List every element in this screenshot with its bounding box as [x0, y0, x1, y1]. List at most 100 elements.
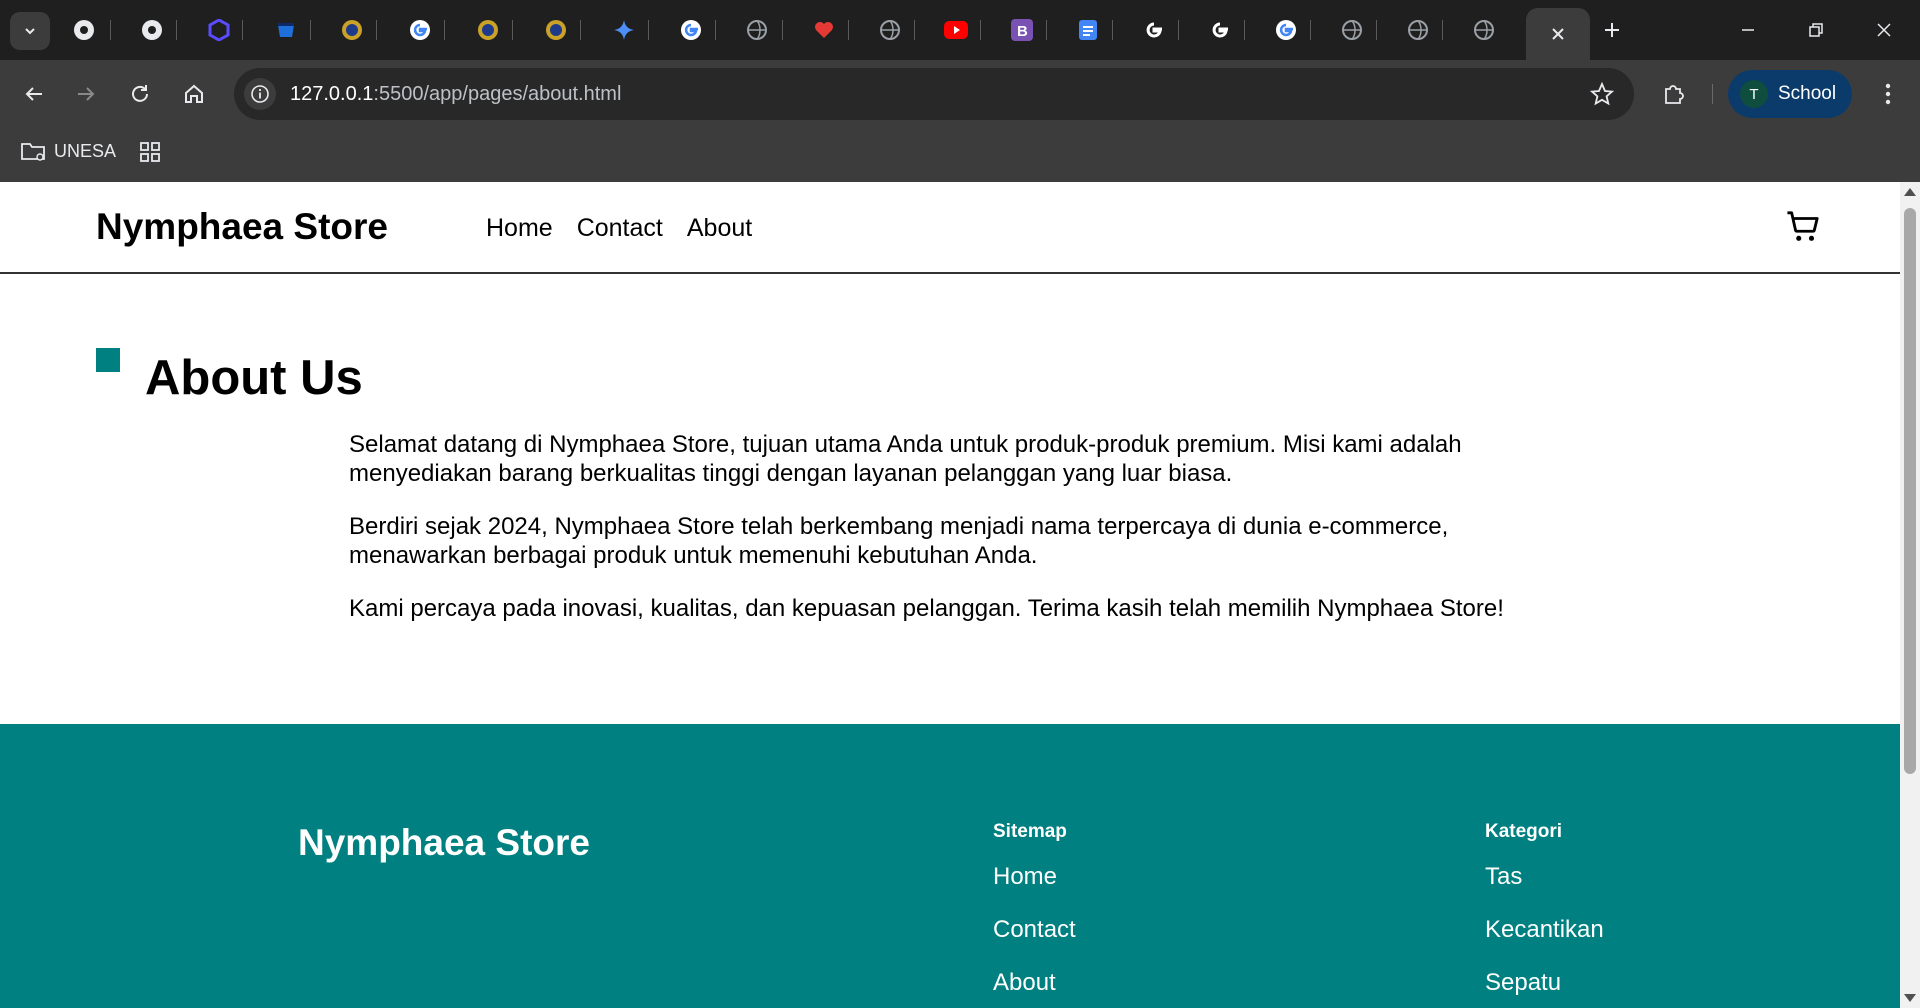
tab-globe-3[interactable] — [1338, 16, 1366, 44]
svg-text:B: B — [1017, 23, 1028, 40]
tab-youtube[interactable] — [942, 16, 970, 44]
tab-globe-5[interactable] — [1470, 16, 1498, 44]
footer-link-sepatu[interactable]: Sepatu — [1485, 969, 1604, 997]
unesa-logo-icon — [478, 20, 498, 40]
new-tab-button[interactable] — [1592, 14, 1632, 46]
tab-globe-2[interactable] — [876, 16, 904, 44]
footer-link-home[interactable]: Home — [993, 863, 1076, 891]
globe-icon — [1408, 20, 1428, 40]
restore-icon — [1809, 23, 1823, 37]
tab-g-mono-1[interactable] — [1140, 16, 1168, 44]
scrollbar-thumb[interactable] — [1904, 208, 1916, 774]
puzzle-icon — [1665, 85, 1684, 104]
tab-docs[interactable] — [1074, 16, 1102, 44]
tab-separator — [1376, 20, 1377, 40]
chrome-icon — [142, 20, 162, 40]
tab-hexagon[interactable] — [205, 16, 233, 44]
bootstrap-icon: B — [1011, 19, 1033, 41]
youtube-icon — [944, 21, 968, 39]
close-icon[interactable] — [1550, 26, 1566, 42]
apps-grid-icon — [140, 142, 160, 162]
page-viewport: Nymphaea Store Home Contact About About … — [0, 182, 1900, 1008]
tab-unesa-3[interactable] — [542, 16, 570, 44]
tab-chrome-2[interactable] — [138, 16, 166, 44]
nav-contact[interactable]: Contact — [577, 214, 663, 243]
tab-separator — [444, 20, 445, 40]
info-icon — [251, 85, 269, 103]
nav-about[interactable]: About — [687, 214, 752, 243]
bookmark-folder-unesa[interactable]: UNESA — [20, 138, 116, 164]
url-path: :5500/app/pages/about.html — [373, 83, 622, 105]
main-nav: Home Contact About — [486, 214, 752, 243]
google-mono-icon — [1146, 22, 1162, 38]
google-mono-icon — [1212, 22, 1228, 38]
minimize-button[interactable] — [1728, 14, 1768, 46]
tab-g-mono-2[interactable] — [1206, 16, 1234, 44]
heart-icon — [815, 22, 833, 38]
tab-site-blue[interactable] — [272, 16, 300, 44]
tab-gemini[interactable] — [610, 16, 638, 44]
tab-separator — [648, 20, 649, 40]
address-bar[interactable]: 127.0.0.1:5500/app/pages/about.html — [234, 68, 1634, 120]
page-scrollbar[interactable] — [1900, 182, 1920, 1008]
footer-link-about[interactable]: About — [993, 969, 1076, 997]
tab-heart[interactable] — [810, 16, 838, 44]
tab-separator — [310, 20, 311, 40]
home-button[interactable] — [176, 76, 212, 112]
tab-chrome-1[interactable] — [70, 16, 98, 44]
tab-globe-1[interactable] — [743, 16, 771, 44]
tab-separator — [242, 20, 243, 40]
bookmark-star-button[interactable] — [1588, 80, 1616, 108]
extensions-button[interactable] — [1656, 76, 1692, 112]
scroll-down-arrow-icon[interactable] — [1904, 994, 1916, 1002]
tab-bootstrap[interactable]: B — [1008, 16, 1036, 44]
site-info-button[interactable] — [244, 78, 276, 110]
chevron-down-icon — [25, 28, 35, 35]
tab-globe-4[interactable] — [1404, 16, 1432, 44]
tab-separator — [715, 20, 716, 40]
cart-icon[interactable] — [1786, 210, 1820, 244]
back-button[interactable] — [16, 76, 52, 112]
bookmark-label: UNESA — [54, 140, 117, 161]
site-brand[interactable]: Nymphaea Store — [96, 206, 388, 248]
footer-link-contact[interactable]: Contact — [993, 916, 1076, 944]
docs-icon — [1079, 20, 1097, 40]
site-footer: Nymphaea Store Sitemap Home Contact Abou… — [0, 724, 1900, 1008]
folder-icon — [21, 143, 45, 161]
apps-button[interactable] — [136, 138, 164, 166]
tab-separator — [1244, 20, 1245, 40]
browser-menu-button[interactable] — [1872, 76, 1904, 112]
footer-link-tas[interactable]: Tas — [1485, 863, 1604, 891]
footer-sitemap-heading: Sitemap — [993, 821, 1067, 842]
google-icon — [1276, 20, 1296, 40]
footer-kategori-heading: Kategori — [1485, 821, 1563, 842]
tab-strip: B — [0, 0, 1920, 60]
bucket-icon — [278, 23, 294, 37]
tab-separator — [1310, 20, 1311, 40]
plus-icon — [1605, 23, 1619, 37]
reload-button[interactable] — [122, 76, 158, 112]
profile-name: School — [1778, 83, 1837, 104]
reload-icon — [132, 85, 148, 102]
close-icon — [1877, 23, 1891, 37]
restore-button[interactable] — [1796, 14, 1836, 46]
tab-unesa-2[interactable] — [474, 16, 502, 44]
tab-google-3[interactable] — [1272, 16, 1300, 44]
nav-home[interactable]: Home — [486, 214, 553, 243]
scroll-up-arrow-icon[interactable] — [1904, 188, 1916, 196]
unesa-logo-icon — [546, 20, 566, 40]
minimize-icon — [1742, 29, 1754, 31]
tab-active[interactable] — [1526, 8, 1590, 60]
tab-search-button[interactable] — [10, 12, 50, 50]
arrow-right-icon — [78, 87, 95, 101]
tab-google-1[interactable] — [406, 16, 434, 44]
footer-link-kecantikan[interactable]: Kecantikan — [1485, 916, 1604, 944]
profile-button[interactable]: T School — [1728, 70, 1852, 118]
about-paragraph: Kami percaya pada inovasi, kualitas, dan… — [349, 595, 1504, 622]
url-text[interactable]: 127.0.0.1:5500/app/pages/about.html — [290, 83, 621, 106]
tab-separator — [1178, 20, 1179, 40]
tab-unesa-1[interactable] — [338, 16, 366, 44]
forward-button[interactable] — [68, 76, 104, 112]
tab-google-2[interactable] — [677, 16, 705, 44]
close-window-button[interactable] — [1864, 14, 1904, 46]
